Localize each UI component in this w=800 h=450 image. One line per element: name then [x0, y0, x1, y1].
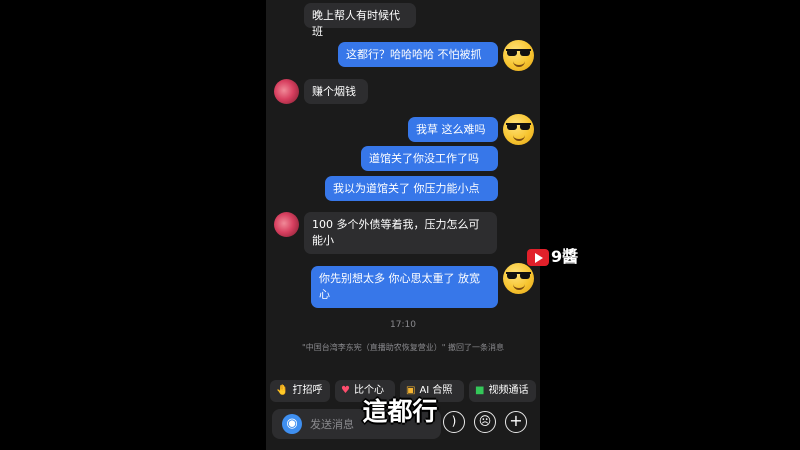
quick-action-label: 打招呼 — [292, 385, 323, 396]
incoming-message[interactable]: 100 多个外债等着我，压力怎么可能小 — [304, 212, 497, 254]
voice-icon[interactable]: ) — [443, 411, 465, 433]
chat-screen: 晚上帮人有时候代班 这都行？哈哈哈哈 不怕被抓 赚个烟钱 我草 这么难吗 道馆关… — [266, 0, 540, 450]
message-timestamp: 17:10 — [390, 320, 416, 330]
logo-text: 9醬 — [551, 247, 579, 266]
quick-action-wave[interactable]: 🤚 打招呼 — [270, 380, 330, 402]
play-icon — [527, 249, 549, 266]
incoming-message[interactable]: 赚个烟钱 — [304, 79, 368, 104]
message-text: 晚上帮人有时候代班 — [312, 9, 400, 38]
quick-action-label: 视频通话 — [488, 385, 529, 396]
incoming-message[interactable]: 晚上帮人有时候代班 — [304, 3, 416, 38]
channel-logo: 9醬 — [527, 247, 587, 268]
contact-avatar[interactable] — [274, 79, 299, 104]
quick-action-video-call[interactable]: ■ 视频通话 — [469, 380, 536, 402]
message-text: 道馆关了你没工作了吗 — [369, 152, 479, 165]
video-call-icon: ■ — [475, 385, 485, 396]
heart-icon: ♥ — [341, 385, 350, 396]
message-text: 你先别想太多 你心思太重了 放宽心 — [319, 272, 480, 301]
sunglasses-emoji-avatar-icon[interactable] — [503, 114, 534, 145]
more-plus-icon[interactable]: + — [505, 411, 527, 433]
recall-notice: "中国台湾李东宪（直播助农恢复营业）" 撤回了一条消息 — [302, 343, 504, 352]
outgoing-message[interactable]: 道馆关了你没工作了吗 — [361, 146, 498, 171]
message-text: 我以为道馆关了 你压力能小点 — [333, 182, 480, 195]
message-text: 赚个烟钱 — [312, 85, 356, 98]
outgoing-message[interactable]: 这都行？哈哈哈哈 不怕被抓 — [338, 42, 498, 67]
contact-avatar[interactable] — [274, 212, 299, 237]
outgoing-message[interactable]: 我以为道馆关了 你压力能小点 — [325, 176, 498, 201]
emoji-icon[interactable]: ☹ — [474, 411, 496, 433]
message-text: 100 多个外债等着我，压力怎么可能小 — [312, 218, 480, 247]
message-text: 我草 这么难吗 — [416, 123, 486, 136]
outgoing-message[interactable]: 我草 这么难吗 — [408, 117, 498, 142]
wave-icon: 🤚 — [276, 385, 289, 396]
outgoing-message[interactable]: 你先别想太多 你心思太重了 放宽心 — [311, 266, 498, 308]
video-caption: 這都行 — [362, 397, 438, 426]
sunglasses-emoji-avatar-icon[interactable] — [503, 40, 534, 71]
camera-icon[interactable]: ◉ — [282, 414, 302, 434]
message-input[interactable]: 发送消息 — [310, 416, 354, 432]
message-text: 这都行？哈哈哈哈 不怕被抓 — [346, 48, 482, 61]
